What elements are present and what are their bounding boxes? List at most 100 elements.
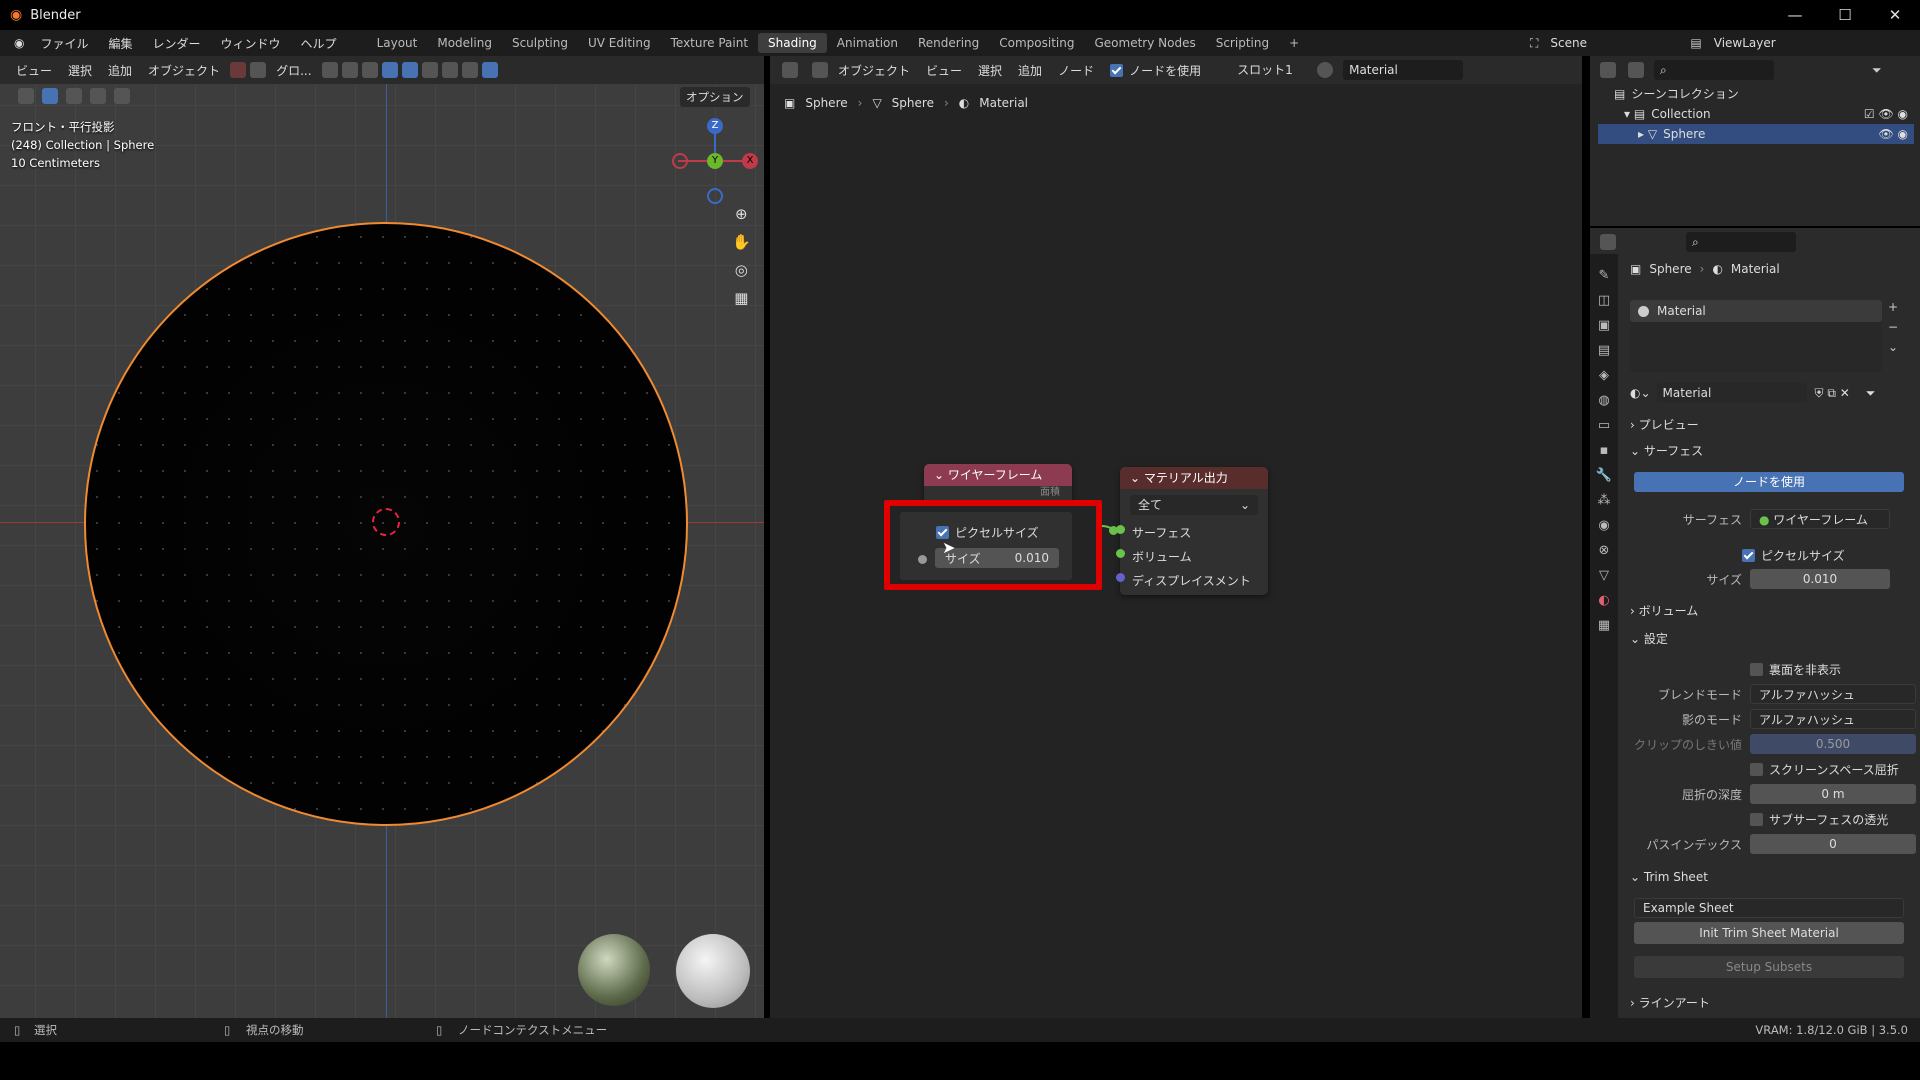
pass-index-field[interactable]: 0 (1750, 834, 1916, 854)
select-extend-icon[interactable] (66, 88, 82, 104)
trim-sheet-dropdown[interactable]: Example Sheet (1634, 898, 1904, 918)
outliner-search-input[interactable]: ⌕ (1654, 60, 1774, 80)
solid-shading-icon[interactable] (461, 62, 478, 78)
gizmo-x[interactable]: X (742, 153, 758, 169)
object-tab-icon[interactable]: ▪ (1600, 443, 1609, 458)
displacement-input-socket[interactable] (1116, 573, 1125, 582)
pivot-icon[interactable] (250, 62, 267, 78)
props-pixel-size-checkbox[interactable] (1742, 548, 1755, 562)
shadow-mode-dropdown[interactable]: アルファハッシュ (1750, 709, 1916, 729)
outliner-scene-collection[interactable]: ▤ シーンコレクション (1598, 84, 1914, 104)
navigation-gizmo[interactable]: Z Y X (670, 116, 760, 206)
properties-search-input[interactable]: ⌕ (1686, 232, 1796, 252)
tool-tab-icon[interactable]: ✎ (1599, 268, 1610, 283)
tab-scripting[interactable]: Scripting (1206, 33, 1279, 53)
tab-texture-paint[interactable]: Texture Paint (661, 33, 758, 53)
tab-modeling[interactable]: Modeling (427, 33, 502, 53)
props-size-field[interactable]: 0.010 (1750, 569, 1890, 589)
node-menu-add[interactable]: 追加 (1010, 62, 1050, 79)
outliner-collection[interactable]: ▾ ▤ Collection ☑ 👁 ◉ (1598, 104, 1914, 124)
use-nodes-checkbox[interactable] (1110, 63, 1124, 77)
viewport-options-dropdown[interactable]: オプション (680, 87, 750, 107)
maximize-button[interactable]: ☐ (1820, 0, 1870, 30)
use-nodes-button[interactable]: ノードを使用 (1634, 472, 1904, 492)
tab-animation[interactable]: Animation (827, 33, 908, 53)
viewport-menu-object[interactable]: オブジェクト (140, 62, 228, 79)
remove-slot-button[interactable]: − (1888, 320, 1898, 334)
slot-menu-chevron-icon[interactable]: ⌄ (1888, 340, 1898, 354)
clip-threshold-field[interactable]: 0.500 (1750, 734, 1916, 754)
visibility-eye-icon[interactable]: ☑ 👁 ◉ (1864, 104, 1908, 124)
material-output-node[interactable]: ⌄ マテリアル出力 全て ⌄ サーフェス ボリューム ディスプレイスメント (1120, 467, 1268, 595)
select-subtract-icon[interactable] (90, 88, 106, 104)
outliner-editor-icon[interactable] (1600, 62, 1616, 78)
output-tab-icon[interactable]: ▣ (1598, 318, 1610, 333)
gizmo-y[interactable]: Y (707, 153, 723, 169)
orientation-dropdown[interactable]: グロ... (268, 62, 319, 79)
view-layer-selector[interactable]: ViewLayer (1707, 33, 1828, 53)
surface-section-header[interactable]: ⌄ サーフェス (1630, 440, 1916, 462)
overlay-icon[interactable] (401, 62, 418, 78)
snap-icon[interactable] (321, 62, 338, 78)
menu-help[interactable]: ヘルプ (291, 35, 347, 52)
wireframe-node-header[interactable]: ⌄ ワイヤーフレーム (924, 464, 1072, 486)
zoom-icon[interactable]: ⊕ (732, 205, 751, 223)
volume-input-socket[interactable] (1116, 549, 1125, 558)
viewport-menu-view[interactable]: ビュー (8, 62, 60, 79)
material-browse-icon[interactable]: ◐⌄ (1630, 386, 1651, 400)
tab-compositing[interactable]: Compositing (989, 33, 1084, 53)
node-menu-view[interactable]: ビュー (918, 62, 970, 79)
physics-tab-icon[interactable]: ◉ (1598, 518, 1609, 533)
ssr-row[interactable]: スクリーンスペース屈折 (1630, 758, 1916, 780)
settings-section-header[interactable]: ⌄ 設定 (1630, 628, 1916, 650)
surface-input-socket[interactable] (1116, 525, 1125, 534)
properties-editor-icon[interactable] (1600, 234, 1616, 250)
view-layer-tab-icon[interactable]: ▤ (1598, 343, 1610, 358)
display-mode-icon[interactable] (1628, 62, 1644, 78)
grid-icon[interactable]: ▦ (732, 289, 751, 307)
tab-sculpting[interactable]: Sculpting (502, 33, 578, 53)
init-trim-sheet-button[interactable]: Init Trim Sheet Material (1634, 922, 1904, 944)
props-pixel-size-row[interactable]: ピクセルサイズ (1630, 544, 1916, 566)
tab-layout[interactable]: Layout (367, 33, 428, 53)
fake-user-icon[interactable]: ⛨ ⧉ ✕ (1815, 386, 1850, 401)
tab-shading[interactable]: Shading (758, 33, 827, 53)
node-menu-node[interactable]: ノード (1050, 62, 1102, 79)
backface-checkbox[interactable] (1750, 662, 1763, 676)
node-menu-select[interactable]: 選択 (970, 62, 1010, 79)
object-mode-icon[interactable] (812, 62, 828, 78)
props-material-name[interactable]: Material (1656, 383, 1807, 403)
editor-type-icon[interactable] (782, 62, 798, 78)
output-target-dropdown[interactable]: 全て ⌄ (1130, 495, 1258, 515)
outliner-sphere[interactable]: ▸ ▽ Sphere 👁 ◉ (1598, 124, 1914, 144)
collection-tab-icon[interactable]: ▭ (1598, 418, 1610, 433)
visibility-icon[interactable] (361, 62, 378, 78)
gizmo-z[interactable]: Z (707, 118, 723, 134)
wireframe-shading-icon[interactable] (441, 62, 458, 78)
ssr-checkbox[interactable] (1750, 762, 1763, 776)
menu-edit[interactable]: 編集 (99, 35, 143, 52)
preview-section-header[interactable]: › プレビュー (1630, 414, 1916, 436)
scene-selector[interactable]: Scene (1544, 33, 1675, 53)
output-node-header[interactable]: ⌄ マテリアル出力 (1120, 467, 1268, 489)
menu-window[interactable]: ウィンドウ (211, 35, 291, 52)
add-workspace-button[interactable]: + (1279, 33, 1309, 53)
select-intersect-icon[interactable] (114, 88, 130, 104)
close-button[interactable]: ✕ (1870, 0, 1920, 30)
filter-icon[interactable]: ⏷ (1872, 63, 1882, 78)
tab-geometry-nodes[interactable]: Geometry Nodes (1084, 33, 1205, 53)
collapse-icon[interactable]: ⌄ (934, 468, 948, 482)
filter-icon[interactable]: ⏷ (1866, 386, 1876, 401)
blend-mode-dropdown[interactable]: アルファハッシュ (1750, 684, 1916, 704)
sss-checkbox[interactable] (1750, 812, 1763, 826)
select-tool-icon[interactable] (18, 88, 34, 104)
render-tab-icon[interactable]: ◫ (1598, 293, 1610, 308)
texture-tab-icon[interactable]: ▦ (1598, 618, 1610, 633)
minimize-button[interactable]: — (1770, 0, 1820, 30)
material-slot-item[interactable]: Material (1630, 300, 1882, 322)
material-shading-icon[interactable] (481, 62, 498, 78)
scene-tab-icon[interactable]: ◈ (1599, 368, 1609, 383)
world-tab-icon[interactable]: ◍ (1598, 393, 1609, 408)
setup-subsets-button[interactable]: Setup Subsets (1634, 956, 1904, 978)
menu-file[interactable]: ファイル (30, 35, 98, 52)
